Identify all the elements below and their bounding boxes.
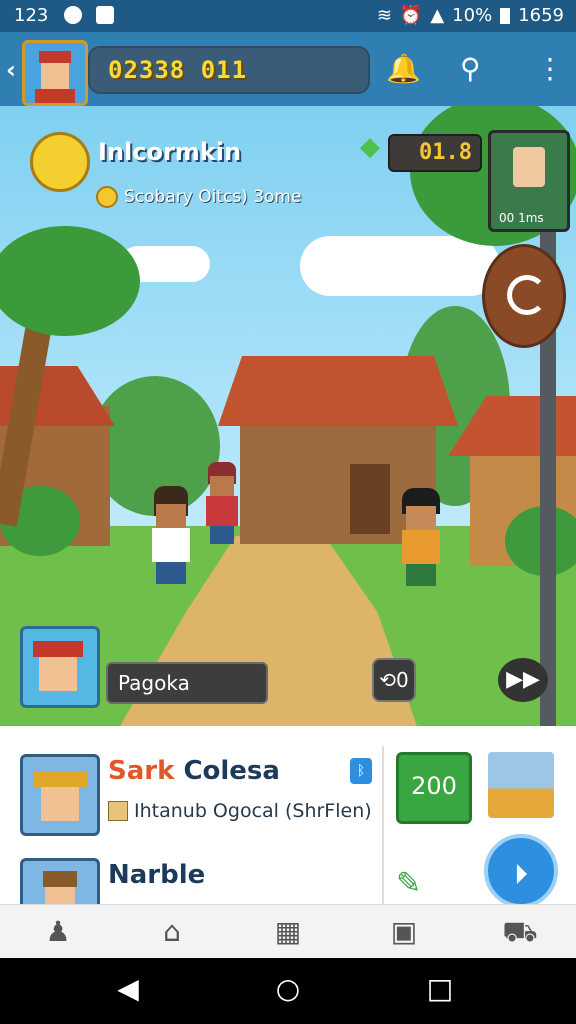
- search-icon[interactable]: ⚲: [460, 52, 481, 85]
- note-icon: [108, 801, 128, 821]
- player-name: Pagoka: [118, 671, 190, 695]
- player-name-box: Pagoka: [106, 662, 268, 704]
- villager-character[interactable]: [148, 486, 194, 596]
- scene-thumbnail[interactable]: [488, 752, 554, 818]
- image-icon: [96, 6, 114, 24]
- timer-value: 01.8: [419, 140, 472, 165]
- cloud: [300, 236, 500, 296]
- back-triangle-icon[interactable]: ◀: [108, 972, 148, 1005]
- battery-icon: [500, 7, 511, 24]
- bluetooth-icon[interactable]: ᛒ: [350, 758, 372, 784]
- location-title: Inlcormkin: [98, 138, 242, 166]
- player-portrait[interactable]: [20, 626, 100, 708]
- app-icon: [64, 6, 82, 24]
- timer-display: 01.8: [388, 134, 482, 172]
- action-button[interactable]: ⟲0: [372, 658, 416, 702]
- villager-character[interactable]: [204, 462, 240, 552]
- more-icon[interactable]: ⋮: [536, 52, 564, 85]
- device-icon[interactable]: ▣: [384, 915, 424, 948]
- npc-portrait[interactable]: 00 1ms: [488, 130, 570, 232]
- npc-label: 00 1ms: [499, 211, 544, 225]
- home-circle-icon[interactable]: ○: [268, 972, 308, 1005]
- score-button[interactable]: 200: [396, 752, 472, 824]
- coin-icon: [96, 186, 118, 208]
- card1-subtitle: Ihtanub Ogocal (ShrFlen): [108, 800, 372, 822]
- card1-image[interactable]: [20, 754, 100, 836]
- emblem-sign[interactable]: [482, 244, 566, 348]
- player-avatar[interactable]: [22, 40, 88, 106]
- palm-leaves: [0, 226, 140, 336]
- location-subtitle-text: Scobary Oitcs) 3ome: [124, 187, 302, 207]
- signal-icon: ▲: [430, 5, 445, 26]
- status-right: ≋ ⏰ ▲ 10% 1659: [377, 5, 564, 26]
- profile-icon[interactable]: ♟: [38, 915, 78, 948]
- play-button[interactable]: ⏵: [484, 834, 558, 908]
- top-header: ‹ 02338 011 🔔 ⚲ ⋮: [0, 32, 576, 106]
- card1-title-part2: Colesa: [174, 756, 280, 786]
- location-subtitle: Scobary Oitcs) 3ome: [96, 186, 301, 208]
- status-bar: 123 ≋ ⏰ ▲ 10% 1659: [0, 0, 576, 32]
- battery-level: 10%: [452, 5, 493, 26]
- card1-title-part1: Sark: [108, 756, 175, 786]
- game-scene[interactable]: Inlcormkin Scobary Oitcs) 3ome ◆ 01.8 00…: [0, 106, 576, 726]
- system-nav: ◀ ○ □: [0, 958, 576, 1024]
- divider: [382, 746, 384, 904]
- bottom-nav: ♟ ⌂ ▦ ▣ ⛟: [0, 904, 576, 959]
- temple-roof: [218, 356, 458, 426]
- bell-icon[interactable]: 🔔: [386, 52, 421, 85]
- score-value: 02338 011: [108, 56, 248, 84]
- villager-character[interactable]: [398, 488, 444, 598]
- card1-subtitle-text: Ihtanub Ogocal (ShrFlen): [134, 800, 372, 822]
- clock: 1659: [518, 5, 564, 26]
- alarm-icon: ⏰: [399, 5, 423, 26]
- status-time: 123: [14, 5, 49, 26]
- gem-icon: ◆: [360, 132, 380, 162]
- score-display: 02338 011: [88, 46, 370, 94]
- card1-title[interactable]: Sark Colesa: [108, 756, 280, 786]
- back-icon[interactable]: ‹: [6, 56, 16, 84]
- card2-title[interactable]: Narble: [108, 860, 205, 890]
- level-badge-icon[interactable]: [30, 132, 90, 192]
- recents-square-icon[interactable]: □: [420, 972, 460, 1005]
- cart-icon[interactable]: ⛟: [500, 915, 540, 952]
- shop-icon[interactable]: ▦: [268, 915, 308, 948]
- fast-forward-button[interactable]: ▶▶: [498, 658, 548, 702]
- pencil-icon[interactable]: ✎: [396, 866, 421, 901]
- wifi-icon: ≋: [376, 5, 392, 26]
- home-icon[interactable]: ⌂: [152, 915, 192, 948]
